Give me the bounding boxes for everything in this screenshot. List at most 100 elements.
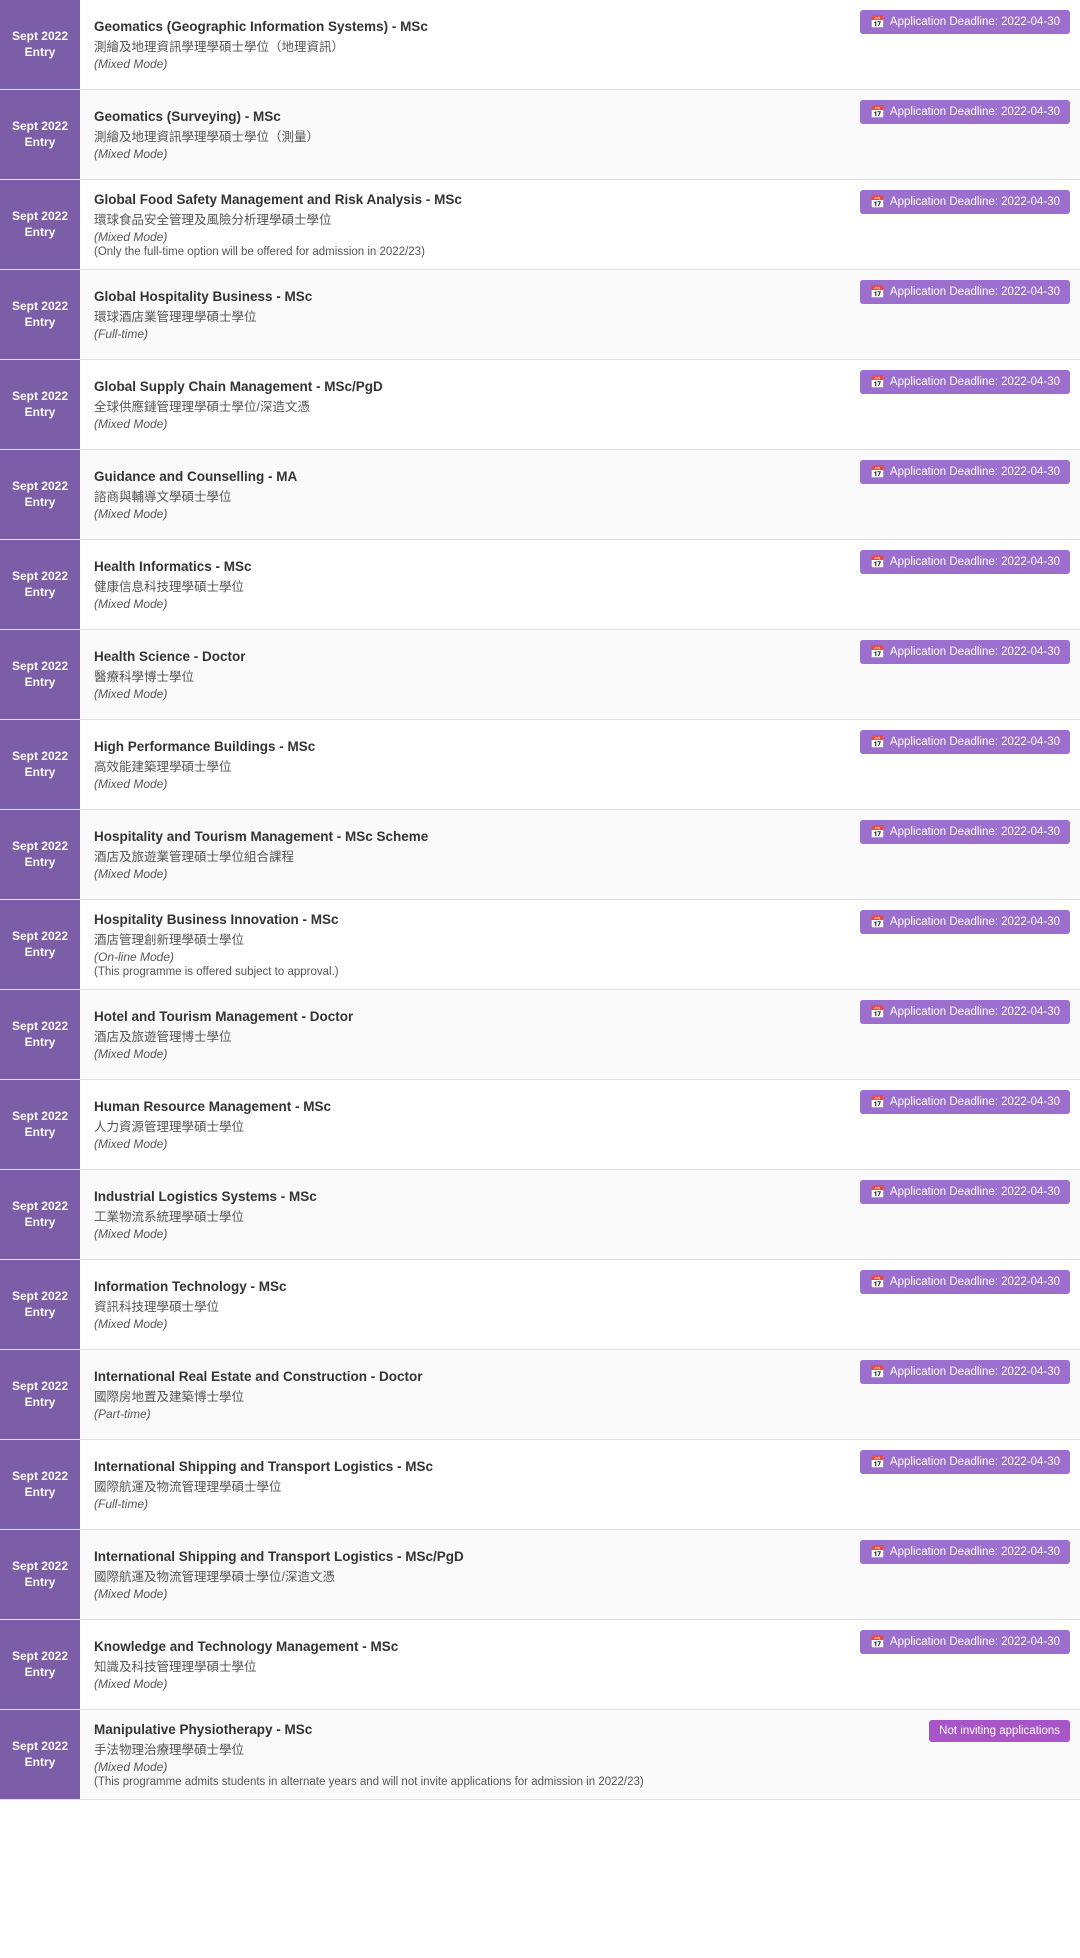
entry-badge: Sept 2022 Entry: [0, 1530, 80, 1619]
program-title-zh: 環球酒店業管理理學碩士學位: [94, 306, 836, 325]
program-info: International Shipping and Transport Log…: [80, 1530, 850, 1619]
entry-badge: Sept 2022 Entry: [0, 0, 80, 89]
calendar-icon: 📅: [870, 15, 885, 29]
program-info: Information Technology - MSc資訊科技理學碩士學位(M…: [80, 1260, 850, 1349]
deadline-badge: 📅Application Deadline: 2022-04-30: [860, 910, 1070, 934]
program-mode: (Mixed Mode): [94, 147, 836, 161]
entry-badge: Sept 2022 Entry: [0, 1170, 80, 1259]
program-row: Sept 2022 EntryInternational Shipping an…: [0, 1440, 1080, 1530]
deadline-col: 📅Application Deadline: 2022-04-30: [850, 0, 1080, 89]
program-title-en: Human Resource Management - MSc: [94, 1099, 836, 1114]
program-mode: (Mixed Mode): [94, 777, 836, 791]
program-title-en: International Shipping and Transport Log…: [94, 1549, 836, 1564]
calendar-icon: 📅: [870, 195, 885, 209]
deadline-text: Application Deadline: 2022-04-30: [890, 646, 1060, 658]
deadline-col: 📅 Application Deadline: 2022-04-30: [850, 990, 1080, 1079]
program-row: Sept 2022 Entry Geomatics (Geographic Inf…: [0, 0, 1080, 90]
program-row: Sept 2022 EntryHospitality and Tourism M…: [0, 810, 1080, 900]
program-title-en: Global Supply Chain Management - MSc/PgD: [94, 379, 836, 394]
program-title-zh: 手法物理治療理學碩士學位: [94, 1739, 866, 1758]
deadline-col: 📅Application Deadline: 2022-04-30: [850, 630, 1080, 719]
program-title-zh: 知識及科技管理理學碩士學位: [94, 1656, 836, 1675]
deadline-badge: 📅Application Deadline: 2022-04-30: [860, 1090, 1070, 1114]
entry-badge: Sept 2022 Entry: [0, 540, 80, 629]
program-info: Hospitality Business Innovation - MSc酒店管…: [80, 900, 850, 989]
entry-badge: Sept 2022 Entry: [0, 1080, 80, 1169]
program-title-zh: 測繪及地理資訊學理學碩士學位（地理資訊）: [94, 36, 836, 55]
program-title-en: Industrial Logistics Systems - MSc: [94, 1189, 836, 1204]
deadline-col: 📅Application Deadline: 2022-04-30: [850, 1620, 1080, 1709]
deadline-badge: 📅 Application Deadline: 2022-04-30: [860, 550, 1070, 574]
program-row: Sept 2022 EntryGlobal Food Safety Manage…: [0, 180, 1080, 270]
deadline-text: Application Deadline: 2022-04-30: [890, 196, 1060, 208]
program-title-zh: 酒店管理創新理學碩士學位: [94, 929, 836, 948]
program-title-en: Geomatics (Geographic Information System…: [94, 19, 836, 34]
entry-badge: Sept 2022 Entry: [0, 990, 80, 1079]
program-note: (This programme admits students in alter…: [94, 1776, 866, 1788]
program-note: (This programme is offered subject to ap…: [94, 966, 836, 978]
deadline-badge: 📅Application Deadline: 2022-04-30: [860, 100, 1070, 124]
program-mode: (Mixed Mode): [94, 230, 836, 244]
entry-badge: Sept 2022 Entry: [0, 900, 80, 989]
program-title-en: Hospitality and Tourism Management - MSc…: [94, 829, 836, 844]
program-info: Human Resource Management - MSc人力資源管理理學碩…: [80, 1080, 850, 1169]
deadline-badge: 📅Application Deadline: 2022-04-30: [860, 730, 1070, 754]
program-mode: (Mixed Mode): [94, 57, 836, 71]
calendar-icon: 📅: [870, 375, 885, 389]
program-info: Health Informatics - MSc健康信息科技理學碩士學位(Mix…: [80, 540, 850, 629]
deadline-col: 📅Application Deadline: 2022-04-30: [850, 900, 1080, 989]
program-mode: (Mixed Mode): [94, 1587, 836, 1601]
program-mode: (Full-time): [94, 1497, 836, 1511]
program-mode: (Part-time): [94, 1407, 836, 1421]
entry-badge: Sept 2022 Entry: [0, 90, 80, 179]
deadline-text: Application Deadline: 2022-04-30: [890, 376, 1060, 388]
program-info: Global Hospitality Business - MSc 環球酒店業管理…: [80, 270, 850, 359]
program-info: Global Food Safety Management and Risk A…: [80, 180, 850, 269]
deadline-text: Application Deadline: 2022-04-30: [890, 826, 1060, 838]
program-title-zh: 環球食品安全管理及風險分析理學碩士學位: [94, 209, 836, 228]
program-title-en: International Real Estate and Constructi…: [94, 1369, 836, 1384]
deadline-text: Application Deadline: 2022-04-30: [890, 556, 1060, 568]
program-title-en: Global Hospitality Business - MSc: [94, 289, 836, 304]
program-title-en: Information Technology - MSc: [94, 1279, 836, 1294]
program-title-zh: 國際航運及物流管理理學碩士學位: [94, 1476, 836, 1495]
deadline-text: Application Deadline: 2022-04-30: [890, 1366, 1060, 1378]
deadline-badge: 📅Application Deadline: 2022-04-30: [860, 10, 1070, 34]
deadline-col: 📅 Application Deadline: 2022-04-30: [850, 180, 1080, 269]
deadline-badge: 📅 Application Deadline: 2022-04-30: [860, 1000, 1070, 1024]
program-row: Sept 2022 EntryHealth Informatics - MSc健…: [0, 540, 1080, 630]
calendar-icon: 📅: [870, 1185, 885, 1199]
deadline-col: 📅 Application Deadline: 2022-04-30: [850, 810, 1080, 899]
program-title-en: Manipulative Physiotherapy - MSc: [94, 1722, 866, 1737]
calendar-icon: 📅: [870, 1005, 885, 1019]
deadline-badge: 📅Application Deadline: 2022-04-30: [860, 1630, 1070, 1654]
deadline-col: 📅Application Deadline: 2022-04-30: [850, 720, 1080, 809]
deadline-col: 📅Application Deadline: 2022-04-30: [850, 450, 1080, 539]
program-mode: (Full-time): [94, 327, 836, 341]
program-title-en: International Shipping and Transport Log…: [94, 1459, 836, 1474]
deadline-badge: 📅Application Deadline: 2022-04-30: [860, 1270, 1070, 1294]
program-list: Sept 2022 Entry Geomatics (Geographic Inf…: [0, 0, 1080, 1800]
program-title-zh: 國際房地置及建築博士學位: [94, 1386, 836, 1405]
deadline-col: 📅Application Deadline: 2022-04-30: [850, 1350, 1080, 1439]
entry-badge: Sept 2022 Entry: [0, 180, 80, 269]
calendar-icon: 📅: [870, 1545, 885, 1559]
program-row: Sept 2022 EntryGuidance and Counselling …: [0, 450, 1080, 540]
deadline-text: Application Deadline: 2022-04-30: [890, 1006, 1060, 1018]
program-info: International Real Estate and Constructi…: [80, 1350, 850, 1439]
program-mode: (Mixed Mode): [94, 417, 836, 431]
program-info: Geomatics (Surveying) - MSc測繪及地理資訊學理學碩士學…: [80, 90, 850, 179]
calendar-icon: 📅: [870, 825, 885, 839]
deadline-badge: 📅Application Deadline: 2022-04-30: [860, 1360, 1070, 1384]
program-mode: (Mixed Mode): [94, 1317, 836, 1331]
calendar-icon: 📅: [870, 555, 885, 569]
entry-badge: Sept 2022 Entry: [0, 450, 80, 539]
deadline-text: Application Deadline: 2022-04-30: [890, 1096, 1060, 1108]
deadline-badge: 📅Application Deadline: 2022-04-30: [860, 1540, 1070, 1564]
program-title-zh: 醫療科學博士學位: [94, 666, 836, 685]
program-info: Geomatics (Geographic Information System…: [80, 0, 850, 89]
deadline-col: Not inviting applications: [880, 1710, 1080, 1799]
program-row: Sept 2022 EntryInternational Real Estate…: [0, 1350, 1080, 1440]
deadline-badge: 📅 Application Deadline: 2022-04-30: [860, 190, 1070, 214]
deadline-badge: 📅Application Deadline: 2022-04-30: [860, 460, 1070, 484]
